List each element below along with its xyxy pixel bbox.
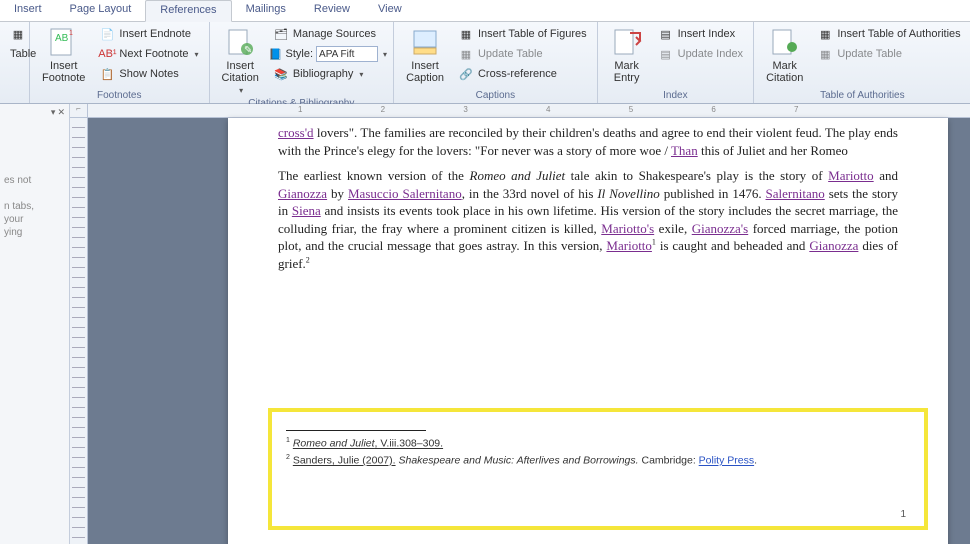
manage-sources-button[interactable]: 🗂Manage Sources	[269, 24, 387, 44]
svg-text:AB: AB	[55, 33, 69, 44]
tab-insert[interactable]: Insert	[0, 0, 56, 21]
chevron-down-icon: ▾	[359, 70, 363, 79]
tab-page-layout[interactable]: Page Layout	[56, 0, 146, 21]
show-notes-icon: 📋	[99, 66, 115, 82]
style-icon: 📘	[269, 48, 283, 61]
svg-text:✎: ✎	[244, 45, 252, 56]
insert-footnote-button[interactable]: AB1 Insert Footnote	[36, 24, 91, 86]
group-label-footnotes: Footnotes	[36, 89, 203, 103]
horizontal-ruler[interactable]: 1 2 3 4 5 6 7	[88, 104, 970, 118]
nav-close-icon[interactable]: ✕	[57, 107, 65, 118]
show-notes-button[interactable]: 📋Show Notes	[95, 64, 202, 84]
tab-review[interactable]: Review	[300, 0, 364, 21]
insert-toa-icon: ▦	[817, 26, 833, 42]
ribbon-tabs: Insert Page Layout References Mailings R…	[0, 0, 970, 22]
group-label-toc	[6, 100, 23, 103]
bibliography-icon: 📚	[273, 66, 289, 82]
insert-index-icon: ▤	[658, 26, 674, 42]
chevron-down-icon[interactable]: ▾	[383, 50, 387, 59]
insert-citation-button[interactable]: ✎ Insert Citation▾	[216, 24, 265, 97]
cross-reference-button[interactable]: 🔗Cross-reference	[454, 64, 591, 84]
tab-view[interactable]: View	[364, 0, 416, 21]
mark-citation-icon	[769, 26, 801, 58]
style-label: Style:	[286, 48, 314, 60]
insert-table-figures-button[interactable]: ▦Insert Table of Figures	[454, 24, 591, 44]
group-label-toa: Table of Authorities	[760, 89, 965, 103]
manage-sources-icon: 🗂	[273, 26, 289, 42]
bibliography-button[interactable]: 📚Bibliography▾	[269, 64, 387, 84]
page-number: 1	[900, 509, 906, 520]
update-toa-icon: ▦	[817, 46, 833, 62]
update-index-icon: ▤	[658, 46, 674, 62]
cross-ref-icon: 🔗	[458, 66, 474, 82]
update-table-button[interactable]: ▦Update Table	[454, 44, 591, 64]
table-icon: ▦	[10, 26, 26, 42]
document-body[interactable]: cross'd lovers". The families are reconc…	[278, 118, 898, 272]
nav-dropdown-icon[interactable]: ▾	[51, 107, 56, 118]
chevron-down-icon: ▾	[239, 86, 243, 95]
footnote-2[interactable]: 2 Sanders, Julie (2007). Shakespeare and…	[286, 452, 910, 469]
chevron-down-icon: ▾	[195, 50, 199, 59]
update-toa-button[interactable]: ▦Update Table	[813, 44, 964, 64]
footnote-highlight-box: 1 Romeo and Juliet, V.iii.308–309. 2 San…	[268, 408, 928, 530]
next-footnote-icon: AB¹	[99, 46, 115, 62]
update-index-button[interactable]: ▤Update Index	[654, 44, 747, 64]
workspace: ▾ ✕ es not n tabs, your ying ⌐ 1 2 3 4 5…	[0, 104, 970, 544]
insert-toa-button[interactable]: ▦Insert Table of Authorities	[813, 24, 964, 44]
document-page[interactable]: cross'd lovers". The families are reconc…	[228, 118, 948, 544]
document-area[interactable]: ⌐ 1 2 3 4 5 6 7 cross'd lovers". The fam…	[70, 104, 970, 544]
svg-text:1: 1	[69, 30, 73, 37]
citation-style-row: 📘 Style: APA Fift ▾	[269, 44, 387, 64]
footnote-separator	[286, 430, 426, 431]
ribbon: ▦ Table AB1 Insert Footnote 📄Insert Endn…	[0, 22, 970, 104]
nav-text-fragment: es not n tabs, your ying	[4, 174, 65, 239]
mark-entry-button[interactable]: Mark Entry	[604, 24, 650, 86]
group-toa: Mark Citation ▦Insert Table of Authoriti…	[754, 22, 970, 103]
tab-references[interactable]: References	[145, 0, 231, 22]
group-captions: Insert Caption ▦Insert Table of Figures …	[394, 22, 598, 103]
style-combo[interactable]: APA Fift	[316, 46, 378, 62]
paragraph-1[interactable]: cross'd lovers". The families are reconc…	[278, 124, 898, 159]
insert-index-button[interactable]: ▤Insert Index	[654, 24, 747, 44]
group-index: Mark Entry ▤Insert Index ▤Update Index I…	[598, 22, 754, 103]
table-figures-icon: ▦	[458, 26, 474, 42]
next-footnote-button[interactable]: AB¹Next Footnote▾	[95, 44, 202, 64]
navigation-pane: ▾ ✕ es not n tabs, your ying	[0, 104, 70, 544]
tab-mailings[interactable]: Mailings	[232, 0, 300, 21]
paragraph-2[interactable]: The earliest known version of the Romeo …	[278, 167, 898, 272]
endnote-icon: 📄	[99, 26, 115, 42]
insert-endnote-button[interactable]: 📄Insert Endnote	[95, 24, 202, 44]
group-label-captions: Captions	[400, 89, 591, 103]
footnote-1[interactable]: 1 Romeo and Juliet, V.iii.308–309.	[286, 435, 910, 452]
citation-icon: ✎	[224, 26, 256, 58]
mark-entry-icon	[611, 26, 643, 58]
mark-citation-button[interactable]: Mark Citation	[760, 24, 809, 86]
caption-icon	[409, 26, 441, 58]
insert-caption-button[interactable]: Insert Caption	[400, 24, 450, 86]
group-label-index: Index	[604, 89, 747, 103]
footnote-icon: AB1	[48, 26, 80, 58]
ruler-corner: ⌐	[70, 104, 88, 118]
group-footnotes: AB1 Insert Footnote 📄Insert Endnote AB¹N…	[30, 22, 210, 103]
group-citations: ✎ Insert Citation▾ 🗂Manage Sources 📘 Sty…	[210, 22, 395, 103]
update-table-icon: ▦	[458, 46, 474, 62]
group-toc-partial: ▦ Table	[0, 22, 30, 103]
vertical-ruler[interactable]	[70, 118, 88, 544]
